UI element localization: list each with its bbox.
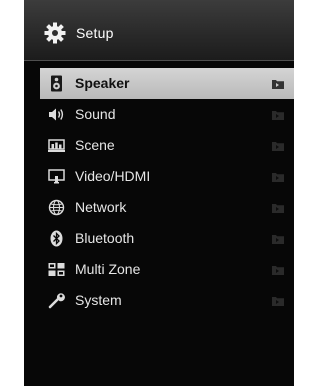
setup-header: Setup	[24, 0, 294, 61]
screen-frame: Setup Speaker Sound Scene Video/HDMI Net…	[0, 0, 294, 386]
menu-item-label: Speaker	[75, 75, 130, 91]
gear-icon	[44, 22, 66, 44]
speaker-icon	[48, 75, 65, 92]
menu-item-system[interactable]: System	[40, 285, 294, 316]
folder-icon	[272, 79, 284, 89]
video-icon	[48, 168, 65, 185]
folder-icon	[272, 296, 284, 306]
menu-item-label: Bluetooth	[75, 230, 135, 246]
menu-item-label: System	[75, 292, 122, 308]
menu-item-multi-zone[interactable]: Multi Zone	[40, 254, 294, 285]
menu-item-video-hdmi[interactable]: Video/HDMI	[40, 161, 294, 192]
menu-item-bluetooth[interactable]: Bluetooth	[40, 223, 294, 254]
setup-menu: Speaker Sound Scene Video/HDMI Network B…	[40, 68, 294, 316]
setup-panel: Setup Speaker Sound Scene Video/HDMI Net…	[24, 0, 294, 386]
menu-item-label: Multi Zone	[75, 261, 141, 277]
page-title: Setup	[76, 25, 114, 41]
menu-item-label: Sound	[75, 106, 116, 122]
multizone-icon	[48, 261, 65, 278]
menu-item-label: Scene	[75, 137, 115, 153]
folder-icon	[272, 203, 284, 213]
scene-icon	[48, 137, 65, 154]
menu-item-scene[interactable]: Scene	[40, 130, 294, 161]
menu-item-label: Network	[75, 199, 127, 215]
folder-icon	[272, 141, 284, 151]
menu-item-label: Video/HDMI	[75, 168, 151, 184]
folder-icon	[272, 234, 284, 244]
network-icon	[48, 199, 65, 216]
folder-icon	[272, 265, 284, 275]
menu-item-speaker[interactable]: Speaker	[40, 68, 294, 99]
sound-icon	[48, 106, 65, 123]
menu-item-sound[interactable]: Sound	[40, 99, 294, 130]
folder-icon	[272, 172, 284, 182]
bluetooth-icon	[48, 230, 65, 247]
folder-icon	[272, 110, 284, 120]
wrench-icon	[48, 292, 65, 309]
menu-item-network[interactable]: Network	[40, 192, 294, 223]
